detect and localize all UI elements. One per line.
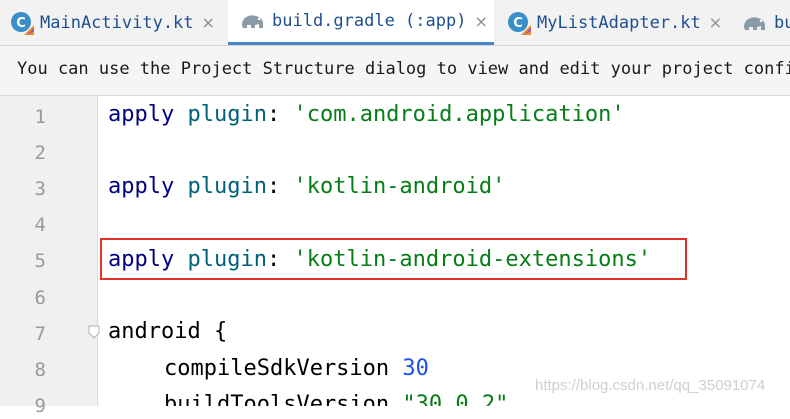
- line-number: 9: [34, 395, 46, 417]
- line-number: 3: [34, 178, 46, 200]
- code-line-7: android {: [108, 319, 228, 344]
- notice-text: You can use the Project Structure dialog…: [17, 59, 790, 79]
- code-line-8: compileSdkVersion 30: [164, 356, 429, 382]
- string-literal: "30.0.2": [402, 392, 509, 406]
- plugin-keyword: plugin: [187, 102, 267, 127]
- gradle-elephant-icon: [742, 13, 768, 33]
- close-icon[interactable]: ×: [709, 13, 722, 32]
- string-literal: 'com.android.application': [293, 102, 625, 127]
- editor-tab-bar: C MainActivity.kt × build.gradle (:app) …: [0, 0, 790, 46]
- property-name: compileSdkVersion: [164, 356, 390, 381]
- keyword: apply: [108, 174, 175, 199]
- tab-label: MyListAdapter.kt: [537, 12, 701, 33]
- line-number: 2: [34, 142, 46, 164]
- line-number-gutter: 1 2 3 4 5 6 7 8 9: [0, 96, 98, 417]
- kotlin-class-icon: C: [10, 11, 34, 35]
- code-line-3: apply plugin: 'kotlin-android': [108, 174, 505, 200]
- number-literal: 30: [402, 356, 429, 381]
- line-number: 8: [34, 359, 46, 381]
- line-number: 5: [34, 250, 46, 272]
- tab-my-list-adapter[interactable]: C MyListAdapter.kt ×: [507, 0, 722, 45]
- code-line-9: buildToolsVersion "30.0.2": [164, 392, 508, 406]
- keyword: apply: [108, 102, 175, 127]
- plugin-keyword: plugin: [187, 174, 267, 199]
- tab-label: bu: [774, 12, 790, 33]
- line-number: 4: [34, 214, 46, 236]
- tab-label: MainActivity.kt: [40, 12, 194, 33]
- colon: :: [266, 174, 294, 199]
- kotlin-class-icon: C: [507, 11, 531, 35]
- code-line-1: apply plugin: 'com.android.application': [108, 102, 625, 128]
- close-icon[interactable]: ×: [474, 12, 487, 31]
- property-name: buildToolsVersion: [164, 392, 390, 406]
- tab-build-gradle[interactable]: build.gradle (:app) ×: [228, 0, 494, 45]
- colon: :: [266, 102, 294, 127]
- tab-main-activity[interactable]: C MainActivity.kt ×: [10, 0, 215, 45]
- string-literal: 'kotlin-android': [293, 174, 506, 199]
- tab-build-gradle-project[interactable]: bu: [742, 0, 790, 45]
- line-number: 1: [34, 106, 46, 128]
- svg-text:C: C: [16, 16, 26, 31]
- watermark: https://blog.csdn.net/qq_35091074: [535, 377, 766, 394]
- project-structure-notice: You can use the Project Structure dialog…: [0, 46, 790, 96]
- line-number: 6: [34, 287, 46, 309]
- svg-text:C: C: [513, 16, 523, 31]
- highlight-box: [100, 238, 687, 280]
- tab-label: build.gradle (:app): [272, 11, 467, 31]
- gradle-elephant-icon: [240, 11, 266, 31]
- close-icon[interactable]: ×: [202, 13, 215, 32]
- line-number: 7: [34, 323, 46, 345]
